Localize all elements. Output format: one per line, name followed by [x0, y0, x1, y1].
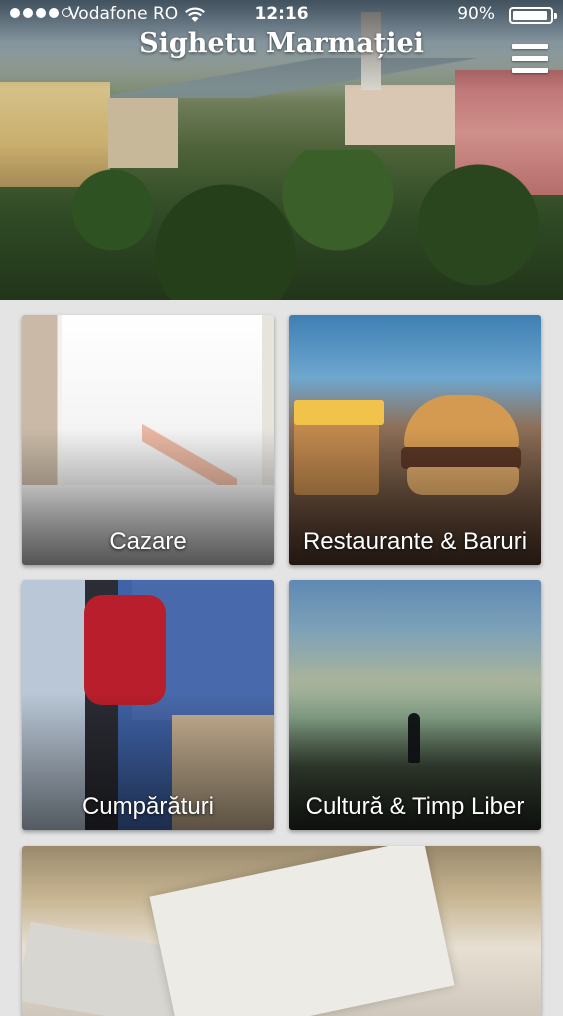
- status-bar: Vodafone RO 12:16 90%: [0, 0, 563, 30]
- tile-cazare[interactable]: Cazare: [22, 315, 274, 565]
- battery-icon: [509, 7, 557, 24]
- tile-cumparaturi[interactable]: Cumpărături: [22, 580, 274, 830]
- tile-label-cumparaturi: Cumpărături: [81, 793, 215, 820]
- app-title: Sighetu Marmației: [139, 28, 424, 59]
- tile-newspaper[interactable]: [22, 846, 541, 1016]
- battery-percentage: 90%: [457, 4, 495, 24]
- tile-cultura-timp-liber[interactable]: Cultură & Timp Liber: [289, 580, 541, 830]
- tile-label-cazare: Cazare: [109, 528, 187, 555]
- hero-building-middle: [345, 85, 460, 145]
- tile-label-restaurante: Restaurante & Baruri: [302, 528, 528, 555]
- tile-image-newspaper: [149, 846, 455, 1016]
- tile-image-red-bag: [84, 595, 166, 705]
- tile-restaurante-baruri[interactable]: Restaurante & Baruri: [289, 315, 541, 565]
- hero-trees: [0, 150, 563, 300]
- tile-image-fries: [294, 400, 384, 425]
- hamburger-menu-icon[interactable]: [512, 44, 548, 76]
- tile-label-cultura: Cultură & Timp Liber: [305, 793, 525, 820]
